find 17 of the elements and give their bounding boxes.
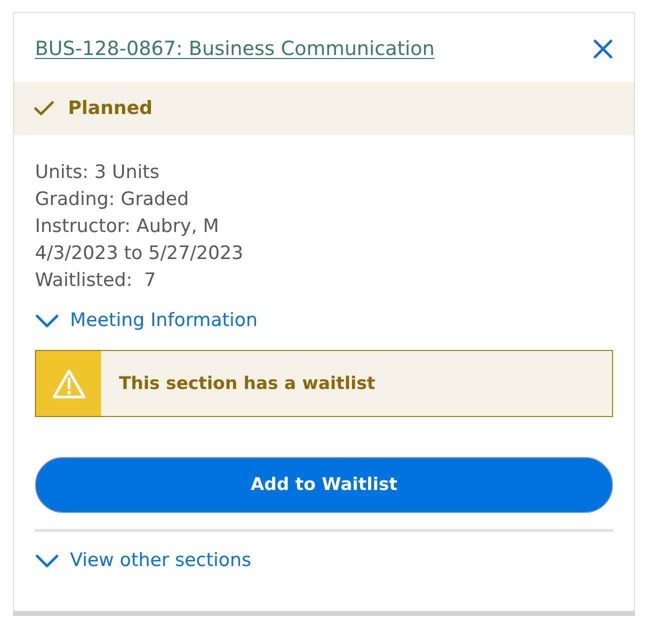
detail-line: Waitlisted: 7 [35,269,157,293]
detail-line: Units: 3 Units [35,161,160,185]
view-other-sections-toggle[interactable]: View other sections [35,550,252,571]
warning-icon [36,351,101,416]
detail-line: Grading: Graded [35,188,190,212]
detail-line: Instructor: Aubry, M [35,215,220,239]
checkmark-icon [34,101,54,116]
detail-line: 4/3/2023 to 5/27/2023 [35,242,244,266]
status-label: Planned [68,98,153,119]
close-button[interactable] [593,38,613,58]
close-icon [593,38,613,58]
add-to-waitlist-button[interactable]: Add to Waitlist [35,457,613,513]
chevron-down-icon [35,314,59,328]
course-title-link[interactable]: BUS-128-0867: Business Communication [35,37,435,60]
chevron-down-icon [35,554,59,568]
meeting-information-toggle[interactable]: Meeting Information [35,310,258,331]
alert-message: This section has a waitlist [119,374,376,394]
